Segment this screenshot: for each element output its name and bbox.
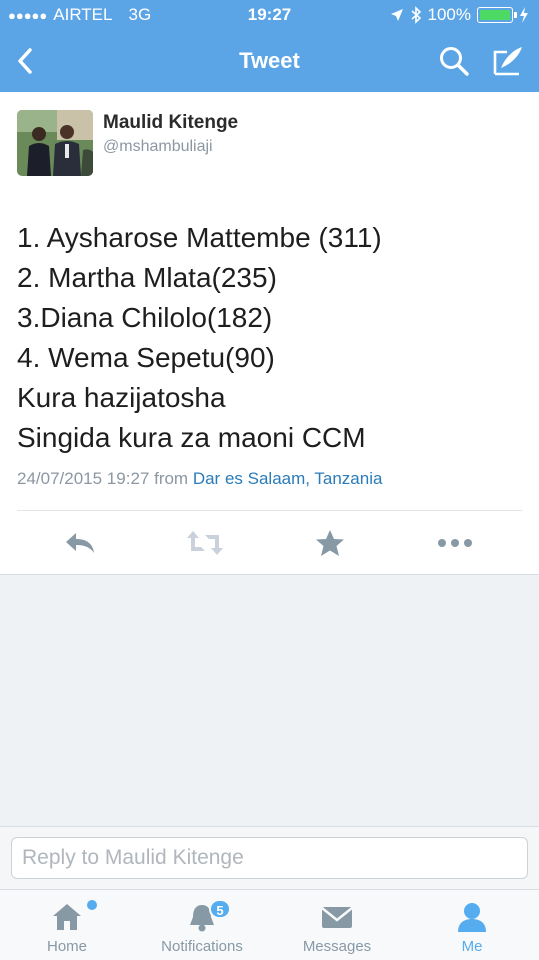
tweet-line: 2. Martha Mlata(235) (17, 262, 277, 293)
reply-bar (0, 826, 539, 889)
tab-label: Home (46, 938, 87, 955)
home-icon (50, 900, 84, 934)
tab-messages[interactable]: Messages (287, 890, 387, 960)
navigation-bar: Tweet (0, 30, 539, 92)
charging-bolt-icon (520, 7, 528, 23)
avatar[interactable] (17, 110, 93, 176)
tab-me[interactable]: Me (422, 890, 522, 960)
tweet-meta: 24/07/2015 19:27 from Dar es Salaam, Tan… (17, 469, 382, 489)
battery-percent: 100% (427, 5, 471, 24)
home-unread-dot (87, 900, 97, 910)
envelope-icon (320, 900, 354, 934)
status-right: 100% (390, 5, 529, 25)
tab-label: Me (461, 938, 483, 955)
author-name[interactable]: Maulid Kitenge (103, 112, 238, 134)
author-handle[interactable]: @mshambuliaji (103, 138, 213, 156)
battery-icon (477, 7, 517, 23)
tweet-location-link[interactable]: Dar es Salaam, Tanzania (193, 469, 383, 488)
compose-icon[interactable] (491, 44, 525, 78)
status-bar: ●●●●● AIRTEL 3G 19:27 100% (0, 0, 539, 30)
tweet-line: Kura hazijatosha (17, 382, 226, 413)
person-icon (455, 900, 489, 934)
tab-label: Notifications (161, 938, 243, 955)
bluetooth-icon (410, 6, 421, 24)
favorite-star-icon[interactable] (310, 525, 350, 561)
retweet-icon[interactable] (185, 525, 225, 561)
tweet-line: Singida kura za maoni CCM (17, 422, 366, 453)
tab-bar: Home 5 Notifications Messages Me (0, 889, 539, 960)
location-arrow-icon (390, 9, 403, 21)
tweet-line: 4. Wema Sepetu(90) (17, 342, 275, 373)
tweet-line: 3.Diana Chilolo(182) (17, 302, 273, 333)
notification-count-badge: 5 (209, 899, 231, 919)
tweet-line: 1. Aysharose Mattembe (311) (17, 222, 382, 253)
tab-home[interactable]: Home (17, 890, 117, 960)
tweet-detail: Maulid Kitenge @mshambuliaji 1. Aysharos… (0, 92, 539, 575)
more-icon[interactable] (435, 525, 475, 561)
tab-notifications[interactable]: 5 Notifications (142, 890, 262, 960)
tweet-timestamp: 24/07/2015 19:27 (17, 469, 150, 488)
from-label: from (154, 469, 189, 488)
reply-input[interactable] (11, 837, 528, 879)
tab-label: Messages (302, 938, 372, 955)
tweet-text: 1. Aysharose Mattembe (311) 2. Martha Ml… (17, 218, 522, 458)
reply-icon[interactable] (60, 525, 100, 561)
search-icon[interactable] (437, 44, 471, 78)
tweet-actions (0, 511, 539, 575)
